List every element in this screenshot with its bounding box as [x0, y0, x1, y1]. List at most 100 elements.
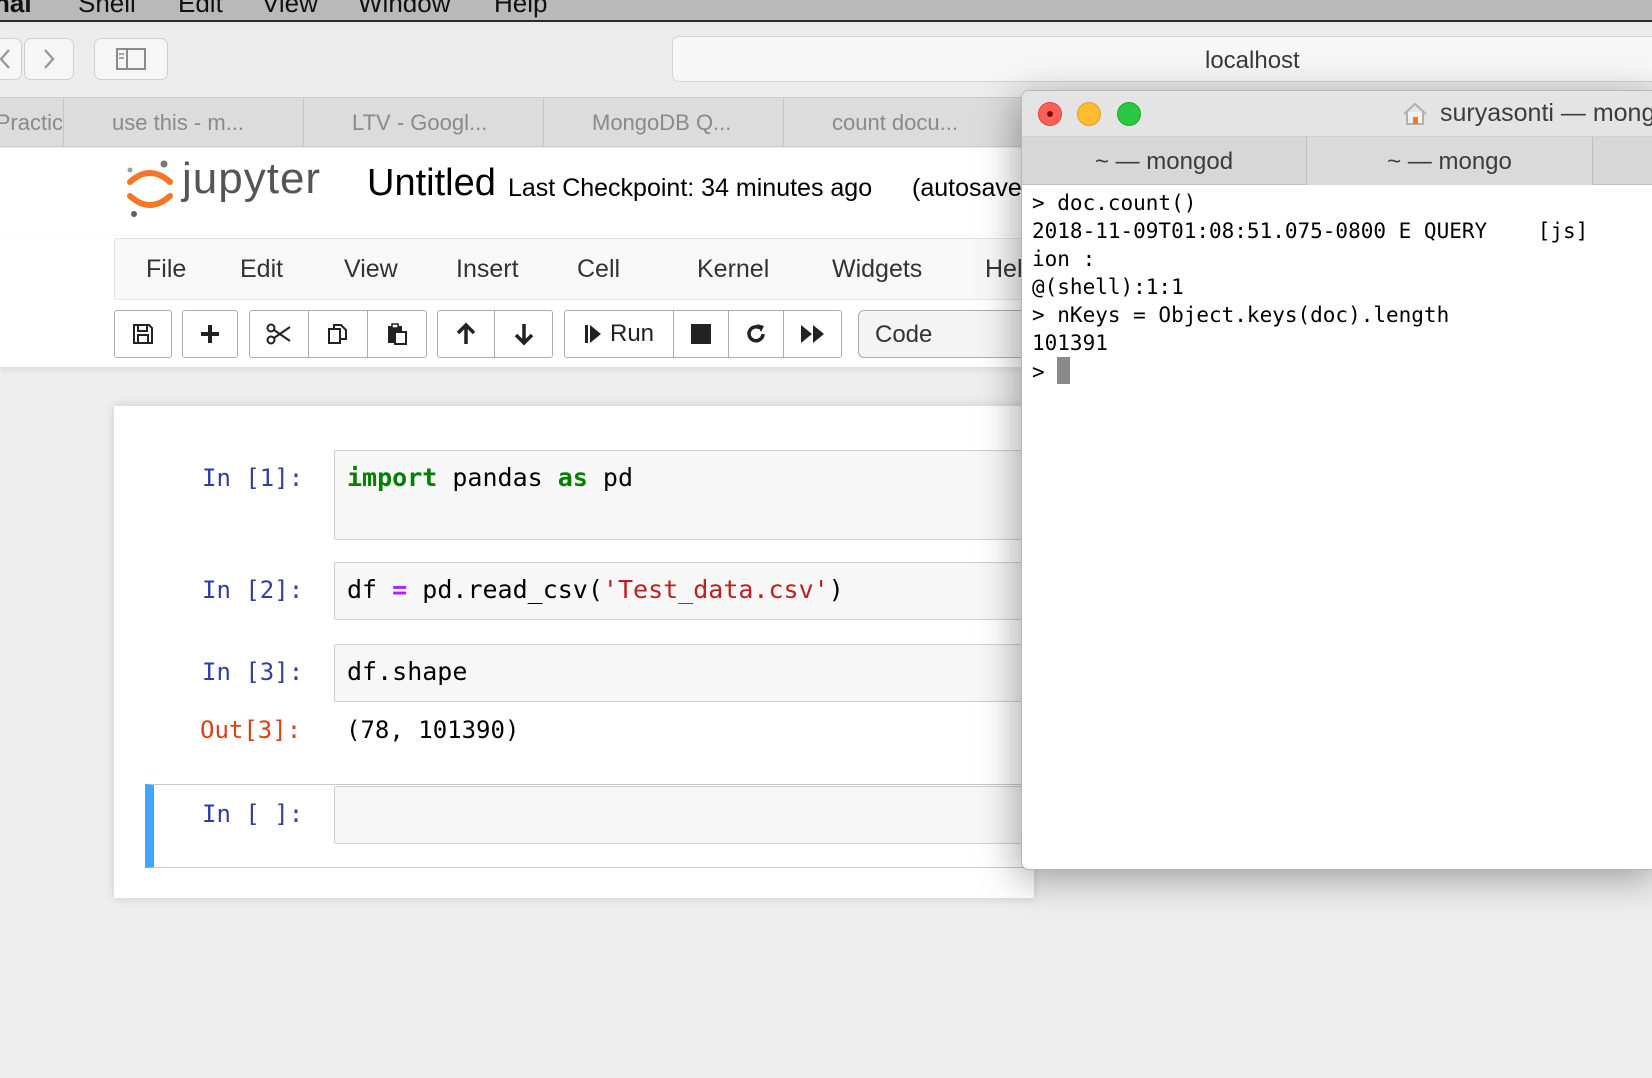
code-token: pandas: [452, 463, 543, 492]
arrow-up-icon: [456, 322, 476, 344]
run-group: Run: [564, 310, 842, 358]
menu-widgets[interactable]: Widgets: [832, 255, 922, 284]
menu-cell[interactable]: Cell: [577, 255, 620, 284]
sidebar-icon: [116, 48, 146, 70]
terminal-title: suryasonti — mongo: [1440, 99, 1652, 127]
code-keyword: import: [347, 463, 438, 492]
jupyter-menubar: File Edit View Insert Cell Kernel Widget…: [114, 238, 1036, 300]
terminal-tab-mongod[interactable]: ~ — mongod: [1022, 137, 1307, 185]
restart-kernel-button[interactable]: [729, 311, 784, 357]
menu-edit[interactable]: Edit: [240, 255, 283, 284]
tab-ltv-google[interactable]: LTV - Googl...: [304, 98, 544, 146]
cell-output: (78, 101390): [346, 716, 520, 744]
minimize-window-button[interactable]: [1077, 102, 1101, 126]
code-cell-editor[interactable]: [334, 786, 1034, 844]
terminal-window: suryasonti — mongo ~ — mongod ~ — mongo …: [1021, 90, 1652, 870]
save-button[interactable]: [115, 311, 171, 357]
paste-icon: [388, 323, 407, 345]
menu-insert[interactable]: Insert: [456, 255, 519, 284]
notebook-title[interactable]: Untitled: [367, 162, 496, 205]
checkpoint-status: Last Checkpoint: 34 minutes ago: [508, 174, 873, 202]
terminal-titlebar: suryasonti — mongo: [1022, 91, 1652, 137]
code-token: ): [828, 575, 844, 604]
move-up-button[interactable]: [438, 311, 495, 357]
menu-view[interactable]: View: [262, 0, 318, 19]
address-text: localhost: [1205, 47, 1300, 74]
code-token: df.shape: [347, 657, 468, 686]
terminal-prompt: >: [1032, 360, 1058, 384]
stop-icon: [691, 324, 711, 344]
move-group: [437, 310, 553, 358]
save-group: [114, 310, 172, 358]
code-cell-editor[interactable]: df = pd.read_csv('Test_data.csv'): [334, 562, 1034, 620]
output-prompt: Out[3]:: [200, 716, 302, 744]
input-prompt: In [ ]:: [202, 800, 304, 828]
input-prompt: In [2]:: [202, 576, 304, 604]
close-window-button[interactable]: [1038, 102, 1062, 126]
code-string: 'Test_data.csv': [602, 575, 829, 604]
fast-forward-icon: [800, 325, 824, 343]
chevron-right-icon: [44, 49, 55, 69]
terminal-line: > doc.count(): [1032, 191, 1197, 215]
back-button[interactable]: [0, 38, 22, 80]
menu-kernel[interactable]: Kernel: [697, 255, 769, 284]
forward-button[interactable]: [24, 38, 74, 80]
interrupt-button[interactable]: [674, 311, 729, 357]
code-cell-editor[interactable]: df.shape: [334, 644, 1034, 702]
restart-run-all-button[interactable]: [784, 311, 841, 357]
menu-shell[interactable]: Shell: [78, 0, 136, 19]
copy-button[interactable]: [309, 311, 368, 357]
run-label: Run: [609, 320, 655, 347]
terminal-line: > nKeys = Object.keys(doc).length: [1032, 303, 1450, 327]
terminal-line: 2018-11-09T01:08:51.075-0800 E QUERY [js…: [1032, 219, 1589, 243]
jupyter-wordmark: jupyter: [182, 154, 322, 203]
menu-file[interactable]: File: [146, 255, 186, 284]
run-button[interactable]: Run: [565, 311, 674, 357]
code-token: df: [347, 575, 378, 604]
chevron-left-icon: [0, 49, 10, 69]
code-token: pd.read_csv(: [422, 575, 603, 604]
sidebar-toggle-button[interactable]: [94, 38, 168, 80]
terminal-line: ion :: [1032, 247, 1096, 271]
cut-button[interactable]: [250, 311, 309, 357]
tab-use-this[interactable]: use this - m...: [64, 98, 304, 146]
insert-cell-button[interactable]: [183, 311, 237, 357]
menu-help[interactable]: Help: [494, 0, 547, 19]
copy-icon: [328, 324, 347, 344]
plus-icon: [201, 325, 219, 343]
menu-view[interactable]: View: [344, 255, 398, 284]
terminal-tab-bar: ~ — mongod ~ — mongo: [1022, 137, 1652, 185]
input-prompt: In [3]:: [202, 658, 304, 686]
paste-button[interactable]: [368, 311, 426, 357]
tab-practice[interactable]: Practic: [0, 98, 64, 146]
address-bar[interactable]: localhost: [672, 36, 1652, 82]
menu-app-terminal[interactable]: nal: [0, 0, 32, 19]
jupyter-logo-icon[interactable]: [124, 158, 176, 218]
clipboard-group: [249, 310, 427, 358]
code-operator: =: [392, 575, 408, 604]
code-cell-editor[interactable]: import pandas as pd: [334, 450, 1034, 540]
terminal-tab-mongo[interactable]: ~ — mongo: [1307, 137, 1593, 185]
input-prompt: In [1]:: [202, 464, 304, 492]
menu-edit[interactable]: Edit: [178, 0, 223, 19]
terminal-line: 101391: [1032, 331, 1108, 355]
terminal-line: @(shell):1:1: [1032, 275, 1184, 299]
menu-window[interactable]: Window: [358, 0, 450, 19]
refresh-icon: [747, 324, 765, 343]
insert-group: [182, 310, 238, 358]
tab-mongodb-q[interactable]: MongoDB Q...: [544, 98, 784, 146]
jupyter-menubar-container: File Edit View Insert Cell Kernel Widget…: [0, 236, 1038, 368]
cell-type-select[interactable]: Code: [858, 310, 1038, 358]
step-forward-icon: [584, 325, 601, 343]
floppy-disk-icon: [133, 324, 153, 344]
move-down-button[interactable]: [495, 311, 552, 357]
notebook-container: In [1]: import pandas as pd In [2]: df =…: [114, 406, 1034, 898]
terminal-output[interactable]: > doc.count() 2018-11-09T01:08:51.075-080…: [1032, 189, 1652, 386]
browser-toolbar: localhost: [0, 22, 1652, 94]
code-token: pd: [602, 463, 634, 492]
home-icon: [1403, 102, 1427, 125]
code-keyword: as: [557, 463, 588, 492]
zoom-window-button[interactable]: [1117, 102, 1141, 126]
macos-menubar: nal Shell Edit View Window Help: [0, 0, 1652, 22]
tab-count-docu[interactable]: count docu...: [784, 98, 1024, 146]
